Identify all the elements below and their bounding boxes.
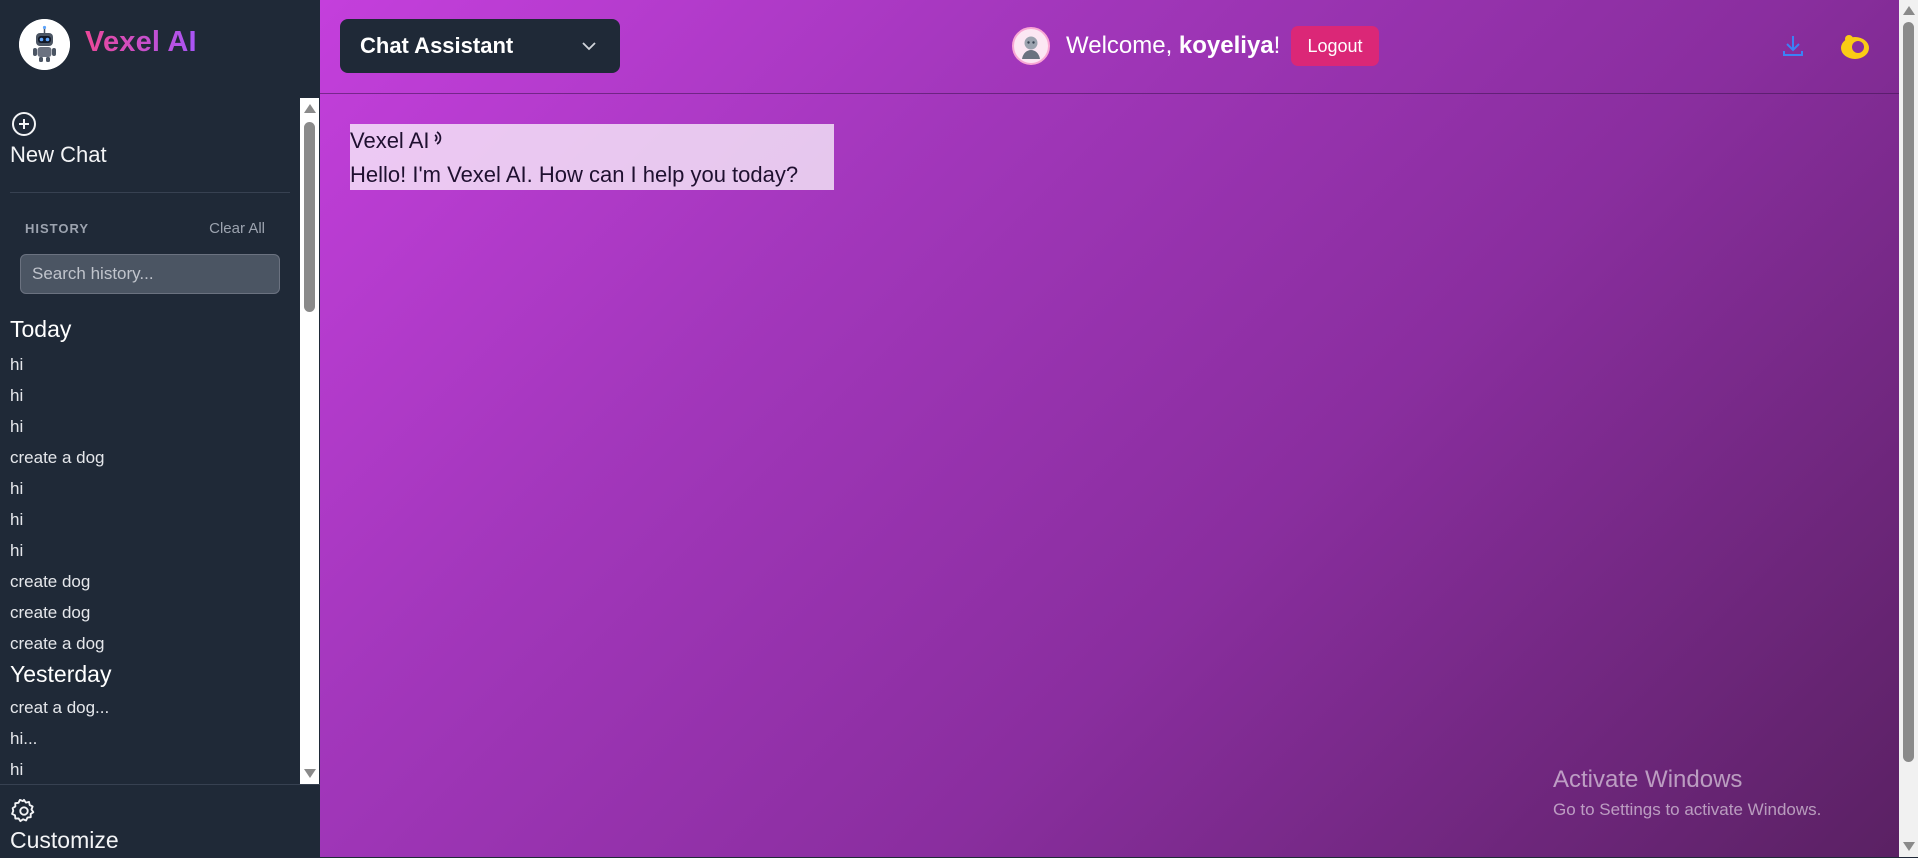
assistant-message: Vexel AI Hello! I'm Vexel AI. How can I … xyxy=(350,124,834,190)
sidebar-footer: Customize xyxy=(0,784,320,858)
chat-main: Chat Assistant Welcome, koyeliya! Logout xyxy=(320,0,1899,857)
clear-all-button[interactable]: Clear All xyxy=(209,220,265,237)
logout-button[interactable]: Logout xyxy=(1291,26,1379,66)
username: koyeliya xyxy=(1178,32,1274,59)
history-group-title: Today xyxy=(10,316,72,342)
scroll-down-arrow-icon[interactable] xyxy=(1903,842,1915,851)
watermark-title: Activate Windows xyxy=(1553,766,1743,793)
user-avatar[interactable] xyxy=(1012,27,1050,65)
history-item[interactable]: hi xyxy=(10,355,23,375)
customize-button[interactable]: Customize xyxy=(10,797,119,854)
history-item[interactable]: create dog xyxy=(10,572,90,592)
new-chat-label: New Chat xyxy=(10,142,107,167)
robot-logo-icon xyxy=(19,19,70,70)
history-item[interactable]: create dog xyxy=(10,603,90,623)
history-item[interactable]: hi xyxy=(10,479,23,499)
activation-watermark: Activate Windows Go to Settings to activ… xyxy=(1553,766,1821,820)
brand: Vexel AI xyxy=(0,0,320,98)
new-chat-button[interactable]: New Chat xyxy=(10,110,107,168)
scroll-up-arrow-icon[interactable] xyxy=(304,104,316,113)
page-scrollbar[interactable] xyxy=(1899,0,1918,857)
history-item[interactable]: hi xyxy=(10,417,23,437)
scroll-up-arrow-icon[interactable] xyxy=(1903,6,1915,15)
scrollbar-thumb[interactable] xyxy=(1903,22,1914,762)
top-bar: Chat Assistant Welcome, koyeliya! Logout xyxy=(320,0,1899,94)
gear-icon xyxy=(11,798,35,823)
history-item[interactable]: hi... xyxy=(10,729,37,749)
chevron-down-icon xyxy=(582,42,596,51)
message-sender: Vexel AI xyxy=(350,128,451,154)
download-icon[interactable] xyxy=(1780,33,1806,59)
history-group-title: Yesterday xyxy=(10,661,112,687)
welcome-prefix: Welcome, xyxy=(1066,32,1179,59)
app-title: Vexel AI xyxy=(85,26,197,58)
sender-name: Vexel AI xyxy=(350,128,430,153)
watermark-subtitle: Go to Settings to activate Windows. xyxy=(1553,800,1822,819)
model-select-value: Chat Assistant xyxy=(360,33,514,58)
search-history-input[interactable] xyxy=(20,254,280,294)
scrollbar-thumb[interactable] xyxy=(304,122,315,312)
history-item[interactable]: create a dog xyxy=(10,448,105,468)
welcome-suffix: ! xyxy=(1273,32,1281,59)
history-item[interactable]: hi xyxy=(10,541,23,561)
history-item[interactable]: create a dog xyxy=(10,634,105,654)
history-item[interactable]: creat a dog... xyxy=(10,698,109,718)
customize-label: Customize xyxy=(10,827,119,853)
sidebar-scrollbar[interactable] xyxy=(300,98,319,784)
message-text: Hello! I'm Vexel AI. How can I help you … xyxy=(350,162,799,187)
plus-circle-icon xyxy=(12,112,36,136)
sidebar-scroll-area: New Chat HISTORY Clear All Today hi hi h… xyxy=(0,98,300,784)
speaker-icon[interactable] xyxy=(431,128,451,148)
theme-toggle-icon[interactable] xyxy=(1838,31,1872,61)
history-item[interactable]: hi xyxy=(10,760,23,780)
scroll-down-arrow-icon[interactable] xyxy=(304,769,316,778)
history-heading: HISTORY xyxy=(25,221,90,236)
model-select-dropdown[interactable]: Chat Assistant xyxy=(340,19,620,73)
welcome-message: Welcome, koyeliya! xyxy=(1066,32,1280,60)
sidebar: Vexel AI New Chat HISTORY Clear All Toda… xyxy=(0,0,320,858)
history-item[interactable]: hi xyxy=(10,386,23,406)
history-item[interactable]: hi xyxy=(10,510,23,530)
divider xyxy=(10,192,290,193)
